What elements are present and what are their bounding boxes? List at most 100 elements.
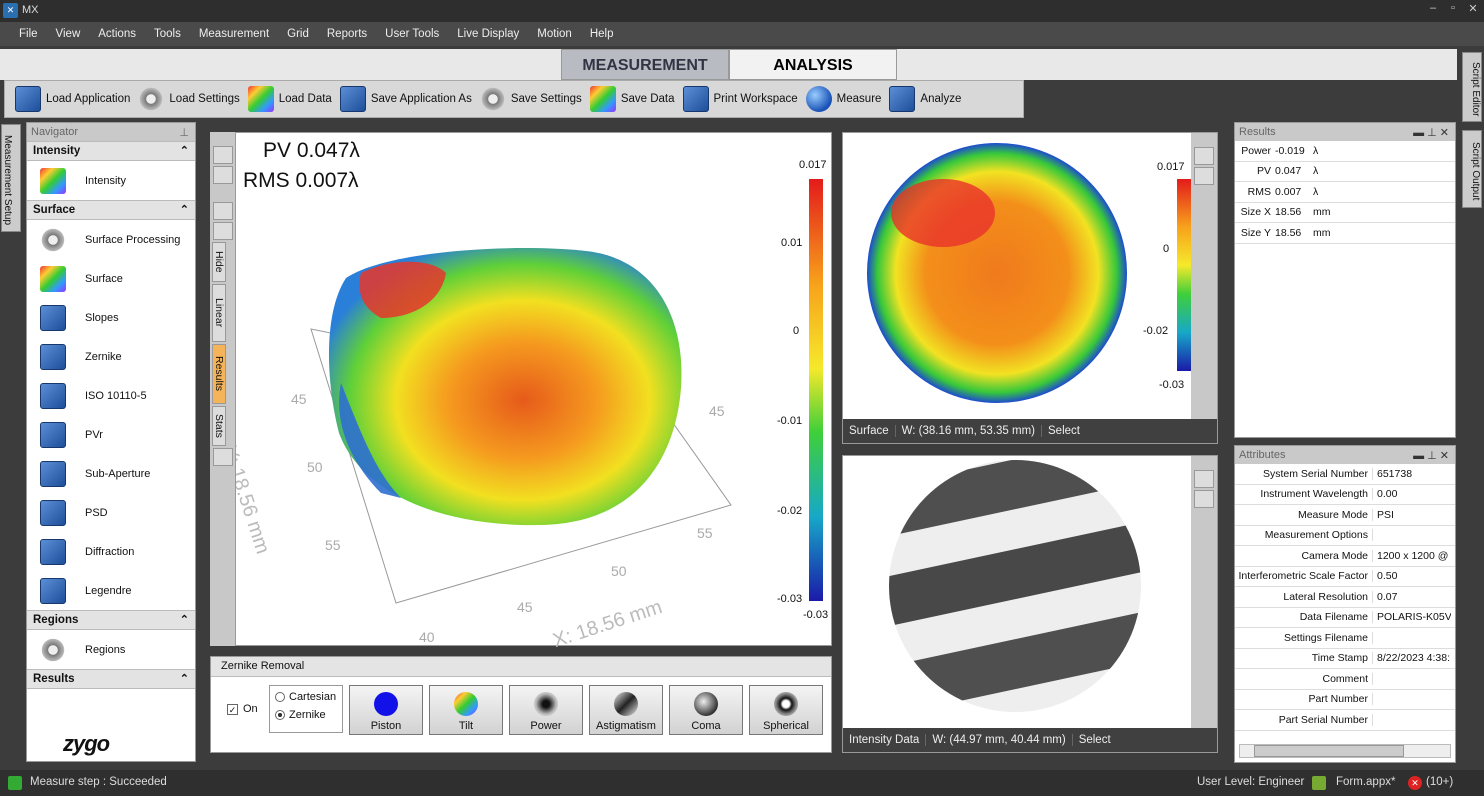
nav-item-label: Surface Processing [85,233,181,246]
menu-live-display[interactable]: Live Display [448,28,528,40]
menu-measurement[interactable]: Measurement [190,28,278,40]
attribute-name: Part Serial Number [1235,713,1373,726]
analyze-button[interactable]: Analyze [889,86,961,112]
menu-motion[interactable]: Motion [528,28,581,40]
tilt-button[interactable]: Tilt [429,685,503,735]
save-icon[interactable] [212,166,233,184]
menu-view[interactable]: View [47,28,90,40]
collapse-icon[interactable]: ⌃ [180,203,189,216]
surface-map-panel: 0.017 0 -0.02 -0.03 Surface W: (38.16 mm… [842,132,1218,444]
print-workspace-button[interactable]: Print Workspace [682,86,798,112]
radio-zernike[interactable]: Zernike [275,709,337,721]
maximize-button[interactable]: ▫ [1444,2,1462,18]
menu-help[interactable]: Help [581,28,623,40]
tab-measurement[interactable]: MEASUREMENT [561,49,729,80]
nav-item-regions[interactable]: Regions [27,630,195,669]
minimize-button[interactable]: ‒ [1424,2,1442,18]
section-surface[interactable]: Surface ⌃ [27,200,195,220]
tab-linear[interactable]: Linear [212,284,226,342]
attributes-scrollbar[interactable] [1239,744,1451,758]
nav-item-label: Regions [85,643,126,656]
result-name: Size X [1240,206,1271,219]
power-button[interactable]: Power [509,685,583,735]
result-value: 18.56 [1275,206,1302,219]
nav-item-diffraction[interactable]: Diffraction [27,532,195,571]
menu-tools[interactable]: Tools [145,28,190,40]
intensity-select-tool[interactable]: Select [1073,734,1117,746]
load-icon[interactable] [212,146,233,164]
check-icon[interactable] [1194,470,1214,488]
nav-item-slopes[interactable]: Slopes [27,298,195,337]
zernike-on-checkbox[interactable]: ✓ On [227,703,258,715]
user-level[interactable]: User Level: Engineer [1197,776,1304,788]
load-application-button[interactable]: Load Application [15,86,130,112]
measure-button[interactable]: Measure [805,86,882,112]
load-settings-button[interactable]: Load Settings [138,86,240,112]
attribute-row: Instrument Wavelength 0.00 [1235,485,1455,505]
tab-results[interactable]: Results [212,344,226,404]
fit-icon[interactable] [1194,490,1214,508]
tab-hide[interactable]: Hide [212,242,226,282]
attribute-row: Camera Mode 1200 x 1200 @ [1235,546,1455,567]
menu-user-tools[interactable]: User Tools [376,28,448,40]
nav-item-sub-aperture[interactable]: Sub-Aperture [27,454,195,493]
measure-label: Measure [836,93,882,105]
spherical-button[interactable]: Spherical [749,685,823,735]
image-icon[interactable] [212,222,233,240]
pvr-icon [40,421,66,448]
scrollbar-thumb[interactable] [1254,745,1404,757]
save-data-button[interactable]: Save Data [589,86,675,112]
nav-item-label: Legendre [85,584,132,597]
astigmatism-button[interactable]: Astigmatism [589,685,663,735]
nav-item-legendre[interactable]: Legendre [27,571,195,610]
nav-item-iso-10110-5[interactable]: ISO 10110-5 [27,376,195,415]
collapse-icon[interactable]: ⌃ [180,144,189,157]
status-ok-icon [8,776,22,790]
legendre-icon [40,577,66,604]
tab-analysis[interactable]: ANALYSIS [729,49,897,80]
menu-file[interactable]: File [10,28,47,40]
alert-count[interactable]: (10+) [1426,776,1453,788]
color-icon[interactable] [1194,167,1214,185]
tab-script-editor[interactable]: Script Editor [1462,52,1482,122]
pin-icon[interactable]: ⊥ [179,126,189,139]
load-data-button[interactable]: Load Data [247,86,332,112]
colorbar-tick: 0.017 [1157,161,1185,173]
section-intensity[interactable]: Intensity ⌃ [27,141,195,161]
nav-item-intensity[interactable]: Intensity [27,161,195,200]
tab-measurement-setup[interactable]: Measurement Setup [1,124,21,232]
nav-item-label: Intensity [85,174,126,187]
report-icon[interactable] [212,448,233,466]
nav-item-psd[interactable]: PSD [27,493,195,532]
save-application-as-button[interactable]: Save Application As [339,86,472,112]
section-results[interactable]: Results ⌃ [27,669,195,689]
nav-item-surface-processing[interactable]: Surface Processing [27,220,195,259]
form-filename[interactable]: Form.appx* [1336,776,1395,788]
close-button[interactable]: ✕ [1464,2,1482,18]
menu-actions[interactable]: Actions [89,28,145,40]
menu-reports[interactable]: Reports [318,28,376,40]
piston-button[interactable]: Piston [349,685,423,735]
fit-icon[interactable] [212,202,233,220]
nav-item-zernike[interactable]: Zernike [27,337,195,376]
nav-item-surface[interactable]: Surface [27,259,195,298]
surface-select-tool[interactable]: Select [1042,425,1086,437]
coma-button[interactable]: Coma [669,685,743,735]
radio-cartesian[interactable]: Cartesian [275,691,337,703]
attribute-name: Comment [1235,672,1373,685]
fit-icon[interactable] [1194,147,1214,165]
checkbox-icon[interactable]: ✓ [227,703,238,715]
section-regions[interactable]: Regions ⌃ [27,610,195,630]
attribute-row: Data Filename POLARIS-K05VS [1235,608,1455,628]
error-icon[interactable]: ✕ [1408,776,1422,790]
panel-controls-icon[interactable]: ▬ ⊥ ✕ [1413,126,1449,139]
surface-map [867,143,1127,403]
collapse-icon[interactable]: ⌃ [180,613,189,626]
collapse-icon[interactable]: ⌃ [180,672,189,685]
panel-controls-icon[interactable]: ▬ ⊥ ✕ [1413,449,1449,462]
save-settings-button[interactable]: Save Settings [479,86,582,112]
nav-item-pvr[interactable]: PVr [27,415,195,454]
tab-script-output[interactable]: Script Output [1462,130,1482,208]
menu-grid[interactable]: Grid [278,28,318,40]
tab-stats[interactable]: Stats [212,406,226,446]
